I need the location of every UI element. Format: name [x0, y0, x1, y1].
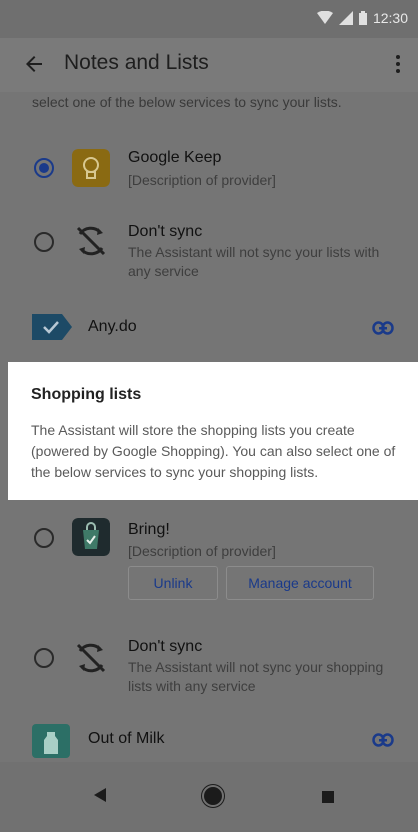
system-nav-bar: [0, 762, 418, 832]
option-title: Don't sync: [128, 638, 203, 655]
page-title: Notes and Lists: [64, 51, 209, 74]
option-google-keep[interactable]: Google Keep [Description of provider]: [0, 142, 418, 212]
linked-app-name: Out of Milk: [88, 730, 165, 747]
option-title: Don't sync: [128, 223, 203, 240]
manage-account-button[interactable]: Manage account: [226, 566, 374, 600]
radio-dont-sync-shopping[interactable]: [34, 648, 54, 668]
linked-app-name: Any.do: [88, 318, 137, 335]
radio-bring[interactable]: [34, 528, 54, 548]
linked-app-anydo[interactable]: Any.do: [0, 306, 418, 350]
more-options-icon[interactable]: [394, 52, 402, 76]
wifi-icon: [316, 11, 333, 24]
signal-icon: [338, 11, 353, 25]
option-dont-sync-shopping[interactable]: Don't sync The Assistant will not sync y…: [0, 636, 418, 700]
nav-back-icon[interactable]: [94, 788, 106, 802]
option-bring[interactable]: Bring! [Description of provider] Unlink …: [0, 516, 418, 636]
linked-app-out-of-milk[interactable]: Out of Milk: [0, 718, 418, 762]
link-icon[interactable]: [372, 733, 394, 747]
option-description: [Description of provider]: [128, 543, 276, 559]
option-dont-sync-notes[interactable]: Don't sync The Assistant will not sync y…: [0, 218, 418, 288]
sync-off-icon: [76, 226, 106, 256]
status-bar: 12:30: [0, 0, 418, 38]
nav-recents-icon[interactable]: [322, 791, 334, 803]
link-icon[interactable]: [372, 321, 394, 335]
anydo-icon: [32, 314, 72, 340]
unlink-button[interactable]: Unlink: [128, 566, 218, 600]
status-time: 12:30: [372, 10, 408, 26]
app-bar: Notes and Lists: [0, 38, 418, 92]
option-description: The Assistant will not sync your shoppin…: [128, 659, 384, 694]
option-description: [Description of provider]: [128, 172, 276, 188]
out-of-milk-icon: [32, 724, 70, 758]
bring-icon: [72, 518, 110, 556]
notes-intro-text: select one of the below services to sync…: [32, 94, 342, 110]
radio-google-keep[interactable]: [34, 158, 54, 178]
status-icons: 12:30: [316, 10, 408, 26]
shopping-lists-description: The Assistant will store the shopping li…: [31, 422, 396, 480]
google-keep-icon: [72, 149, 110, 187]
option-title: Bring!: [128, 521, 170, 538]
shopping-lists-title: Shopping lists: [31, 386, 142, 403]
back-arrow-icon[interactable]: [22, 52, 46, 76]
option-description: The Assistant will not sync your lists w…: [128, 244, 380, 279]
battery-icon: [358, 11, 367, 25]
shopping-lists-card: Shopping lists The Assistant will store …: [8, 362, 418, 500]
option-title: Google Keep: [128, 149, 222, 166]
nav-home-icon[interactable]: [204, 787, 222, 805]
sync-off-icon: [76, 643, 106, 673]
radio-dont-sync-notes[interactable]: [34, 232, 54, 252]
